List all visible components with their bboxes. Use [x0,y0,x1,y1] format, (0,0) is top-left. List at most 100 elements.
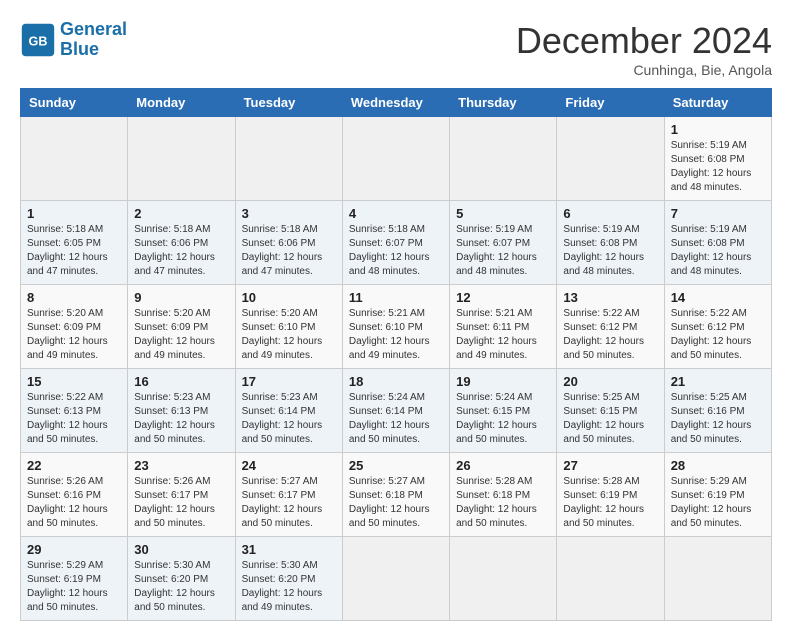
calendar-cell: 1 Sunrise: 5:18 AM Sunset: 6:05 PM Dayli… [21,201,128,285]
day-number: 26 [456,458,550,473]
day-info: Sunrise: 5:25 AM Sunset: 6:15 PM Dayligh… [563,391,657,447]
day-info: Sunrise: 5:19 AM Sunset: 6:07 PM Dayligh… [456,223,550,279]
day-number: 20 [563,374,657,389]
calendar-cell: 10 Sunrise: 5:20 AM Sunset: 6:10 PM Dayl… [235,285,342,369]
calendar-cell: 12 Sunrise: 5:21 AM Sunset: 6:11 PM Dayl… [450,285,557,369]
calendar-cell [128,117,235,201]
day-info: Sunrise: 5:30 AM Sunset: 6:20 PM Dayligh… [242,559,336,615]
calendar-cell [557,537,664,621]
calendar-cell: 17 Sunrise: 5:23 AM Sunset: 6:14 PM Dayl… [235,369,342,453]
logo-text: General Blue [60,20,127,60]
day-number: 5 [456,206,550,221]
calendar-cell: 11 Sunrise: 5:21 AM Sunset: 6:10 PM Dayl… [342,285,449,369]
day-info: Sunrise: 5:19 AM Sunset: 6:08 PM Dayligh… [563,223,657,279]
day-info: Sunrise: 5:18 AM Sunset: 6:06 PM Dayligh… [242,223,336,279]
day-info: Sunrise: 5:23 AM Sunset: 6:13 PM Dayligh… [134,391,228,447]
calendar-cell [21,117,128,201]
calendar-cell [664,537,771,621]
calendar-cell [557,117,664,201]
calendar-cell: 22 Sunrise: 5:26 AM Sunset: 6:16 PM Dayl… [21,453,128,537]
calendar-cell: 24 Sunrise: 5:27 AM Sunset: 6:17 PM Dayl… [235,453,342,537]
day-header-friday: Friday [557,89,664,117]
calendar-cell: 8 Sunrise: 5:20 AM Sunset: 6:09 PM Dayli… [21,285,128,369]
logo-line1: General [60,19,127,39]
calendar-cell: 28 Sunrise: 5:29 AM Sunset: 6:19 PM Dayl… [664,453,771,537]
calendar-cell [450,537,557,621]
page-header: GB General Blue December 2024 Cunhinga, … [20,20,772,78]
day-header-sunday: Sunday [21,89,128,117]
day-number: 4 [349,206,443,221]
location-subtitle: Cunhinga, Bie, Angola [516,62,772,78]
calendar-cell [342,537,449,621]
day-info: Sunrise: 5:24 AM Sunset: 6:14 PM Dayligh… [349,391,443,447]
day-header-saturday: Saturday [664,89,771,117]
day-number: 8 [27,290,121,305]
day-info: Sunrise: 5:18 AM Sunset: 6:06 PM Dayligh… [134,223,228,279]
day-info: Sunrise: 5:19 AM Sunset: 6:08 PM Dayligh… [671,139,765,195]
calendar-cell: 18 Sunrise: 5:24 AM Sunset: 6:14 PM Dayl… [342,369,449,453]
calendar-cell: 16 Sunrise: 5:23 AM Sunset: 6:13 PM Dayl… [128,369,235,453]
month-title: December 2024 [516,20,772,62]
day-info: Sunrise: 5:27 AM Sunset: 6:17 PM Dayligh… [242,475,336,531]
calendar-cell: 15 Sunrise: 5:22 AM Sunset: 6:13 PM Dayl… [21,369,128,453]
day-number: 2 [134,206,228,221]
calendar-cell: 4 Sunrise: 5:18 AM Sunset: 6:07 PM Dayli… [342,201,449,285]
calendar-cell: 7 Sunrise: 5:19 AM Sunset: 6:08 PM Dayli… [664,201,771,285]
day-info: Sunrise: 5:25 AM Sunset: 6:16 PM Dayligh… [671,391,765,447]
logo: GB General Blue [20,20,127,60]
day-info: Sunrise: 5:26 AM Sunset: 6:17 PM Dayligh… [134,475,228,531]
day-info: Sunrise: 5:21 AM Sunset: 6:11 PM Dayligh… [456,307,550,363]
calendar-cell: 27 Sunrise: 5:28 AM Sunset: 6:19 PM Dayl… [557,453,664,537]
calendar-cell [450,117,557,201]
logo-icon: GB [20,22,56,58]
title-block: December 2024 Cunhinga, Bie, Angola [516,20,772,78]
calendar-cell: 30 Sunrise: 5:30 AM Sunset: 6:20 PM Dayl… [128,537,235,621]
calendar-cell: 3 Sunrise: 5:18 AM Sunset: 6:06 PM Dayli… [235,201,342,285]
day-header-tuesday: Tuesday [235,89,342,117]
day-number: 13 [563,290,657,305]
day-number: 15 [27,374,121,389]
calendar-cell: 21 Sunrise: 5:25 AM Sunset: 6:16 PM Dayl… [664,369,771,453]
day-number: 14 [671,290,765,305]
calendar-cell: 1 Sunrise: 5:19 AM Sunset: 6:08 PM Dayli… [664,117,771,201]
calendar-cell: 26 Sunrise: 5:28 AM Sunset: 6:18 PM Dayl… [450,453,557,537]
day-info: Sunrise: 5:26 AM Sunset: 6:16 PM Dayligh… [27,475,121,531]
day-number: 23 [134,458,228,473]
day-header-wednesday: Wednesday [342,89,449,117]
day-info: Sunrise: 5:20 AM Sunset: 6:10 PM Dayligh… [242,307,336,363]
day-info: Sunrise: 5:29 AM Sunset: 6:19 PM Dayligh… [27,559,121,615]
calendar-cell: 20 Sunrise: 5:25 AM Sunset: 6:15 PM Dayl… [557,369,664,453]
calendar-week-6: 29 Sunrise: 5:29 AM Sunset: 6:19 PM Dayl… [21,537,772,621]
calendar-cell: 9 Sunrise: 5:20 AM Sunset: 6:09 PM Dayli… [128,285,235,369]
day-info: Sunrise: 5:18 AM Sunset: 6:05 PM Dayligh… [27,223,121,279]
day-number: 25 [349,458,443,473]
day-number: 9 [134,290,228,305]
day-number: 1 [27,206,121,221]
day-info: Sunrise: 5:20 AM Sunset: 6:09 PM Dayligh… [27,307,121,363]
day-info: Sunrise: 5:28 AM Sunset: 6:18 PM Dayligh… [456,475,550,531]
day-info: Sunrise: 5:21 AM Sunset: 6:10 PM Dayligh… [349,307,443,363]
day-number: 7 [671,206,765,221]
calendar-table: SundayMondayTuesdayWednesdayThursdayFrid… [20,88,772,621]
day-number: 22 [27,458,121,473]
day-number: 27 [563,458,657,473]
day-info: Sunrise: 5:22 AM Sunset: 6:12 PM Dayligh… [671,307,765,363]
calendar-week-2: 1 Sunrise: 5:18 AM Sunset: 6:05 PM Dayli… [21,201,772,285]
day-info: Sunrise: 5:29 AM Sunset: 6:19 PM Dayligh… [671,475,765,531]
calendar-week-5: 22 Sunrise: 5:26 AM Sunset: 6:16 PM Dayl… [21,453,772,537]
calendar-cell [342,117,449,201]
day-number: 16 [134,374,228,389]
calendar-cell: 23 Sunrise: 5:26 AM Sunset: 6:17 PM Dayl… [128,453,235,537]
day-info: Sunrise: 5:30 AM Sunset: 6:20 PM Dayligh… [134,559,228,615]
calendar-cell: 6 Sunrise: 5:19 AM Sunset: 6:08 PM Dayli… [557,201,664,285]
calendar-cell [235,117,342,201]
day-number: 6 [563,206,657,221]
day-info: Sunrise: 5:18 AM Sunset: 6:07 PM Dayligh… [349,223,443,279]
calendar-cell: 29 Sunrise: 5:29 AM Sunset: 6:19 PM Dayl… [21,537,128,621]
calendar-cell: 2 Sunrise: 5:18 AM Sunset: 6:06 PM Dayli… [128,201,235,285]
calendar-week-3: 8 Sunrise: 5:20 AM Sunset: 6:09 PM Dayli… [21,285,772,369]
day-number: 18 [349,374,443,389]
day-number: 24 [242,458,336,473]
day-info: Sunrise: 5:24 AM Sunset: 6:15 PM Dayligh… [456,391,550,447]
calendar-cell: 5 Sunrise: 5:19 AM Sunset: 6:07 PM Dayli… [450,201,557,285]
